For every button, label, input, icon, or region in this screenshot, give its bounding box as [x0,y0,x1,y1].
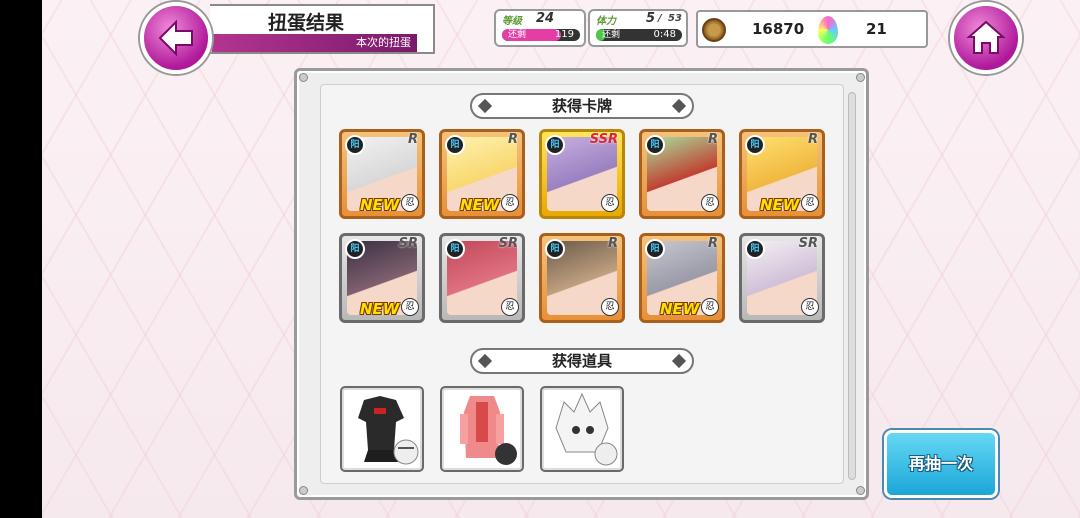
card-slot[interactable]: 阳 R NEW 忍 [339,129,425,219]
rarity-label: R [407,132,418,147]
diamond-icon [477,98,493,114]
diamond-icon [671,353,687,369]
rarity-label: R [607,236,618,251]
card-slot[interactable]: 阳 R 忍 [539,233,625,323]
hair-icon [555,392,618,466]
outfit-icon [358,396,419,465]
stamina-max: 53 [668,13,682,24]
back-arrow-icon [158,19,193,57]
coin-count: 16870 [752,20,805,38]
card-slot[interactable]: 阳 SR 忍 [739,233,825,323]
stamina-panel: 体力 5 / 53 还剩 0:48 [588,9,688,47]
shinobi-icon: 忍 [701,194,719,212]
home-icon [966,20,1006,54]
gem-icon [818,16,838,44]
gem-count: 21 [866,20,887,38]
shinobi-icon: 忍 [801,194,819,212]
card-slot[interactable]: 阳 R NEW 忍 [639,233,725,323]
attribute-icon: 阳 [645,239,665,259]
shinobi-icon: 忍 [801,298,819,316]
bodysuit-icon [460,396,517,465]
level-remain-value: 119 [554,29,574,40]
stamina-value: 5 [646,11,656,26]
results-scrollbar[interactable] [848,92,856,480]
attribute-icon: 阳 [345,135,365,155]
shinobi-icon: 忍 [501,298,519,316]
rarity-label: R [807,132,818,147]
stamina-remain-label: 还剩 [602,30,621,40]
new-badge: NEW [360,300,400,318]
level-label: 等级 [502,16,522,27]
rarity-label: SSR [589,132,618,147]
currency-panel: 16870 21 [696,10,928,48]
stamina-bar: 还剩 0:48 [596,29,682,41]
rarity-label: R [707,236,718,251]
new-badge: NEW [360,196,400,214]
card-slot[interactable]: 阳 SR 忍 [439,233,525,323]
back-button[interactable] [140,2,212,74]
item-slot[interactable] [540,386,624,472]
level-value: 24 [536,11,555,26]
attribute-icon: 阳 [345,239,365,259]
rarity-label: R [507,132,518,147]
stamina-separator: / [658,13,662,24]
coin-icon [702,18,726,42]
new-badge: NEW [660,300,700,318]
cards-section-header: 获得卡牌 [470,93,694,119]
attribute-icon: 阳 [445,135,465,155]
card-slot[interactable]: 阳 R NEW 忍 [739,129,825,219]
card-slot[interactable]: 阳 R 忍 [639,129,725,219]
stamina-remain-value: 0:48 [653,29,676,40]
shinobi-icon: 忍 [401,298,419,316]
attribute-icon: 阳 [645,135,665,155]
shinobi-icon: 忍 [401,194,419,212]
shinobi-icon: 忍 [701,298,719,316]
shinobi-icon: 忍 [601,194,619,212]
item-slot[interactable] [440,386,524,472]
rarity-label: SR [398,236,418,251]
home-button[interactable] [950,2,1022,74]
panel-screw [856,486,865,495]
shinobi-icon: 忍 [601,298,619,316]
item-slot[interactable] [340,386,424,472]
panel-screw [299,73,308,82]
level-exp-bar: 还剩 119 [502,29,580,41]
attribute-icon: 阳 [545,239,565,259]
new-badge: NEW [460,196,500,214]
card-slot[interactable]: 阳 SR NEW 忍 [339,233,425,323]
attribute-icon: 阳 [545,135,565,155]
diamond-icon [477,353,493,369]
panel-screw [856,73,865,82]
level-panel: 等级 24 还剩 119 [494,9,586,47]
rarity-label: SR [798,236,818,251]
cards-section-title: 获得卡牌 [551,97,612,115]
page-subtitle: 本次的扭蛋 [212,34,417,52]
rarity-label: R [707,132,718,147]
panel-screw [299,486,308,495]
card-slot[interactable]: 阳 SSR 忍 [539,129,625,219]
attribute-icon: 阳 [445,239,465,259]
redraw-button[interactable]: 再抽一次 [884,430,998,498]
stamina-label: 体力 [596,16,616,27]
page-title: 扭蛋结果 [268,12,345,34]
card-slot[interactable]: 阳 R NEW 忍 [439,129,525,219]
black-left-margin [0,0,42,518]
shinobi-icon: 忍 [501,194,519,212]
items-section-header: 获得道具 [470,348,694,374]
diamond-icon [671,98,687,114]
items-section-title: 获得道具 [551,352,612,370]
new-badge: NEW [760,196,800,214]
level-remain-label: 还剩 [508,30,527,40]
attribute-icon: 阳 [745,239,765,259]
attribute-icon: 阳 [745,135,765,155]
rarity-label: SR [498,236,518,251]
